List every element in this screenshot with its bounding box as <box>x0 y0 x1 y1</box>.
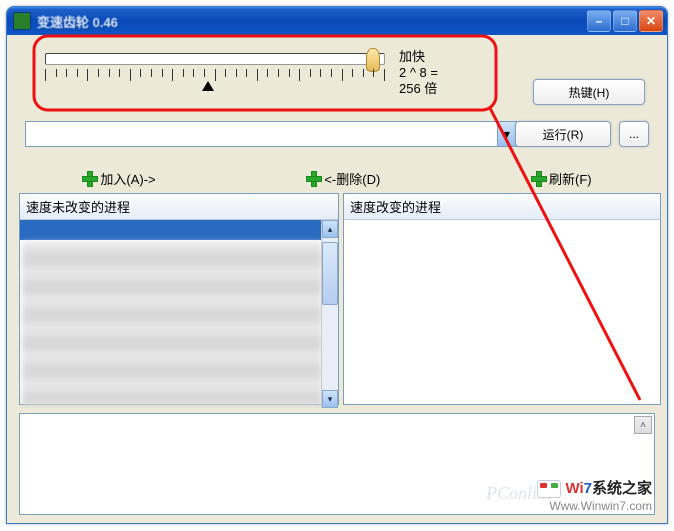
unchanged-list[interactable]: ▴ ▾ <box>20 220 338 408</box>
add-action[interactable]: 加入(A)-> <box>82 169 155 188</box>
minimize-button[interactable]: – <box>587 10 611 32</box>
plus-icon <box>82 171 96 185</box>
vertical-scrollbar[interactable]: ▴ ▾ <box>321 220 338 408</box>
speed-slider[interactable] <box>45 53 385 65</box>
title-bar[interactable]: 变速齿轮 0.46 – □ ✕ <box>7 7 667 35</box>
client-area: 加快 2 ^ 8 = 256 倍 热键(H) ▾ 运行(R) ... 加入(A)… <box>7 35 667 523</box>
brand-part-c: 系统之家 <box>592 480 652 497</box>
window-title: 变速齿轮 0.46 <box>37 12 585 31</box>
refresh-action[interactable]: 刷新(F) <box>531 169 592 188</box>
site-watermark: Wi7系统之家 Www.Winwin7.com <box>537 480 652 514</box>
scroll-down-button[interactable]: ▾ <box>322 390 338 408</box>
close-button[interactable]: ✕ <box>639 10 663 32</box>
scroll-up-button[interactable]: ▴ <box>322 220 338 238</box>
path-combobox[interactable]: ▾ <box>25 121 517 147</box>
combobox-dropdown-button[interactable]: ▾ <box>497 122 516 146</box>
plus-icon <box>531 171 545 185</box>
speed-formula: 2 ^ 8 = <box>399 65 438 81</box>
log-scroll-up[interactable]: ˄ <box>634 416 652 434</box>
speed-label-fast: 加快 <box>399 49 438 65</box>
speed-readout: 加快 2 ^ 8 = 256 倍 <box>399 49 438 97</box>
scroll-thumb[interactable] <box>322 242 338 305</box>
brand-part-a: Wi <box>565 480 583 497</box>
slider-center-marker <box>202 81 214 91</box>
action-row: 加入(A)-> <-删除(D) 刷新(F) <box>7 165 667 191</box>
unchanged-processes-panel: 速度未改变的进程 ▴ ▾ <box>19 193 339 405</box>
browse-button[interactable]: ... <box>619 121 649 147</box>
list-selected-row[interactable] <box>20 220 338 240</box>
changed-panel-title: 速度改变的进程 <box>344 194 660 220</box>
add-label: 加入(A)-> <box>100 169 155 188</box>
maximize-button[interactable]: □ <box>613 10 637 32</box>
refresh-label: 刷新(F) <box>549 169 592 188</box>
speed-slider-group <box>45 53 385 83</box>
chevron-down-icon: ▾ <box>504 127 510 141</box>
brand-url: Www.Winwin7.com <box>537 498 652 514</box>
blurred-content <box>22 242 322 406</box>
path-input[interactable] <box>26 122 497 146</box>
plus-icon <box>306 171 320 185</box>
remove-label: <-删除(D) <box>324 169 380 188</box>
scroll-track[interactable] <box>322 238 338 390</box>
speed-result: 256 倍 <box>399 81 438 97</box>
brand-part-b: 7 <box>584 480 592 497</box>
changed-processes-panel: 速度改变的进程 <box>343 193 661 405</box>
flag-icon <box>537 480 561 498</box>
app-icon <box>13 12 31 30</box>
remove-action[interactable]: <-删除(D) <box>306 169 380 188</box>
unchanged-panel-title: 速度未改变的进程 <box>20 194 338 220</box>
slider-ticks <box>45 69 385 83</box>
run-button[interactable]: 运行(R) <box>515 121 611 147</box>
hotkey-button[interactable]: 热键(H) <box>533 79 645 105</box>
app-window: 变速齿轮 0.46 – □ ✕ 加快 2 ^ 8 <box>6 6 668 524</box>
